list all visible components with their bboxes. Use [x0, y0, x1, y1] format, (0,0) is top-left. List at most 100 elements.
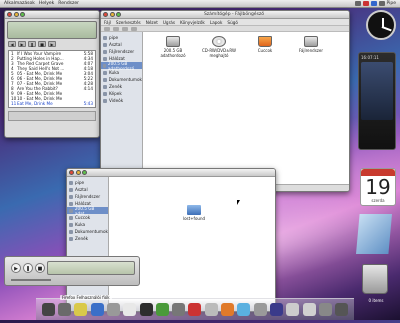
- fm-menu-item[interactable]: Súgó: [227, 20, 238, 25]
- sidebar-item[interactable]: Zenék: [67, 235, 108, 242]
- fm-menu-item[interactable]: Fájl: [104, 20, 111, 25]
- dock-app-icon[interactable]: [74, 303, 88, 316]
- place-icon: [69, 236, 73, 241]
- minimize-button[interactable]: [75, 170, 81, 175]
- drive-label: Fájlrendszer: [299, 48, 323, 53]
- place-icon: [103, 84, 107, 89]
- prev-button[interactable]: ◀: [8, 41, 16, 47]
- sidebar-item-label: Dokumentumok: [108, 77, 142, 82]
- tray-icon-3[interactable]: [370, 1, 377, 6]
- back-icon[interactable]: [104, 26, 110, 31]
- fm2-content: lost+found: [109, 177, 275, 311]
- drive-item[interactable]: CD-RW/DVD±RW meghajtó: [199, 36, 239, 58]
- sidebar-item[interactable]: Asztal: [67, 186, 108, 193]
- calendar-day-number: 19: [365, 175, 391, 199]
- sidebar-item[interactable]: Fájlrendszer: [67, 193, 108, 200]
- sidebar-item[interactable]: Képek: [101, 90, 142, 97]
- dashboard-widget: 16:07:11: [358, 52, 396, 150]
- dock-app-icon[interactable]: [123, 303, 137, 316]
- dock-app-icon[interactable]: [302, 303, 316, 316]
- menu-places[interactable]: Helyek: [39, 1, 54, 6]
- fm-menu-item[interactable]: Nézet: [146, 20, 158, 25]
- dock-app-icon[interactable]: [253, 303, 267, 316]
- sidebar-item[interactable]: Asztal: [101, 41, 142, 48]
- dock-app-icon[interactable]: [204, 303, 218, 316]
- sidebar-item-label: Zenék: [109, 84, 123, 89]
- fm-menu-item[interactable]: Ugrás: [163, 20, 175, 25]
- dock-app-icon[interactable]: [139, 303, 153, 316]
- sidebar-item[interactable]: pipe: [67, 179, 108, 186]
- sidebar-item[interactable]: Dokumentumok: [67, 228, 108, 235]
- minimize-button[interactable]: [109, 12, 115, 17]
- dock-app-icon[interactable]: [335, 303, 349, 316]
- sidebar-item[interactable]: 200.5 GB adat...: [67, 206, 108, 216]
- dock-app-icon[interactable]: [221, 303, 235, 316]
- fm-menu-item[interactable]: Szerkesztés: [116, 20, 141, 25]
- stop-icon[interactable]: ■: [35, 263, 45, 273]
- maximize-button[interactable]: [82, 170, 87, 175]
- next-button[interactable]: ▶: [48, 41, 56, 47]
- sidebar-item[interactable]: Kuka: [67, 221, 108, 228]
- volume-slider[interactable]: [11, 279, 51, 281]
- tray-icon-1[interactable]: [354, 1, 361, 6]
- sidebar-item[interactable]: Zenék: [101, 83, 142, 90]
- drive-item[interactable]: Cuccok: [245, 36, 285, 53]
- forward-icon[interactable]: [113, 26, 119, 31]
- fm-menu-item[interactable]: Lapok: [210, 20, 223, 25]
- folder-lost-found[interactable]: lost+found: [179, 205, 209, 221]
- dock-app-icon[interactable]: [172, 303, 186, 316]
- player-titlebar[interactable]: [5, 11, 99, 19]
- place-icon: [103, 77, 107, 82]
- up-icon[interactable]: [122, 26, 128, 31]
- dock-app-icon[interactable]: [318, 303, 332, 316]
- play-button[interactable]: ▶: [18, 41, 26, 47]
- cd-drive-icon: [212, 36, 226, 47]
- dock-app-icon[interactable]: [41, 303, 55, 316]
- sidebar-item[interactable]: Fájlrendszer: [101, 48, 142, 55]
- fm2-sidebar: pipe Asztal Fájlrendszer Hálózat 200.5 GB ad…: [67, 177, 109, 311]
- pause-icon[interactable]: ❚: [23, 263, 33, 273]
- sidebar-item[interactable]: 200.5 GB adathordozó: [101, 61, 142, 71]
- fm-titlebar[interactable]: Számítógép - Fájlböngésző: [101, 11, 349, 19]
- dock-app-icon[interactable]: [237, 303, 251, 316]
- close-button[interactable]: [7, 12, 12, 17]
- tray-icon-4[interactable]: [378, 1, 385, 6]
- trash-icon[interactable]: [362, 264, 388, 294]
- dock-app-icon[interactable]: [106, 303, 120, 316]
- fm-menu-item[interactable]: Könyvjelzők: [180, 20, 205, 25]
- track-title: Eat Me, Drink Me: [17, 101, 53, 106]
- place-icon: [103, 63, 106, 68]
- dock-app-icon[interactable]: [90, 303, 104, 316]
- close-button[interactable]: [103, 12, 108, 17]
- dock-app-icon[interactable]: [270, 303, 284, 316]
- tray-icon-2[interactable]: [362, 1, 369, 6]
- playlist: 1 If I Was Your Vampire 5:58 2 Putting Holes…: [8, 50, 96, 108]
- window-controls: [103, 12, 121, 17]
- sidebar-item[interactable]: Dokumentumok: [101, 76, 142, 83]
- dock-app-icon[interactable]: [155, 303, 169, 316]
- maximize-button[interactable]: [20, 12, 25, 17]
- dock-app-icon[interactable]: [286, 303, 300, 316]
- pause-button[interactable]: ❚: [28, 41, 36, 47]
- fm2-titlebar[interactable]: [67, 169, 275, 177]
- close-button[interactable]: [69, 170, 74, 175]
- dock-app-icon[interactable]: [188, 303, 202, 316]
- minimize-button[interactable]: [13, 12, 19, 17]
- dock-app-icon[interactable]: [57, 303, 71, 316]
- play-icon[interactable]: ▶: [11, 263, 21, 273]
- home-icon[interactable]: [131, 26, 137, 31]
- stop-button[interactable]: ■: [38, 41, 46, 47]
- hard-drive-icon: [304, 36, 318, 47]
- drive-label: Cuccok: [257, 48, 273, 53]
- playlist-row[interactable]: 11 Eat Me, Drink Me 5:43: [9, 101, 95, 106]
- menu-applications[interactable]: Alkalmazások: [4, 1, 35, 6]
- drive-item[interactable]: 200.5 GB adathordozó: [153, 36, 193, 58]
- fm-menubar: Fájl Szerkesztés Nézet Ugrás Könyvjelzők Lapo…: [101, 19, 349, 26]
- drive-item[interactable]: Fájlrendszer: [291, 36, 331, 53]
- menu-system[interactable]: Rendszer: [58, 1, 79, 6]
- sidebar-item[interactable]: pipe: [101, 34, 142, 41]
- menubar-user[interactable]: Pipe: [387, 1, 397, 6]
- desktop-app-icon[interactable]: [356, 214, 392, 254]
- sidebar-item[interactable]: Videók: [101, 97, 142, 104]
- place-icon: [69, 180, 73, 185]
